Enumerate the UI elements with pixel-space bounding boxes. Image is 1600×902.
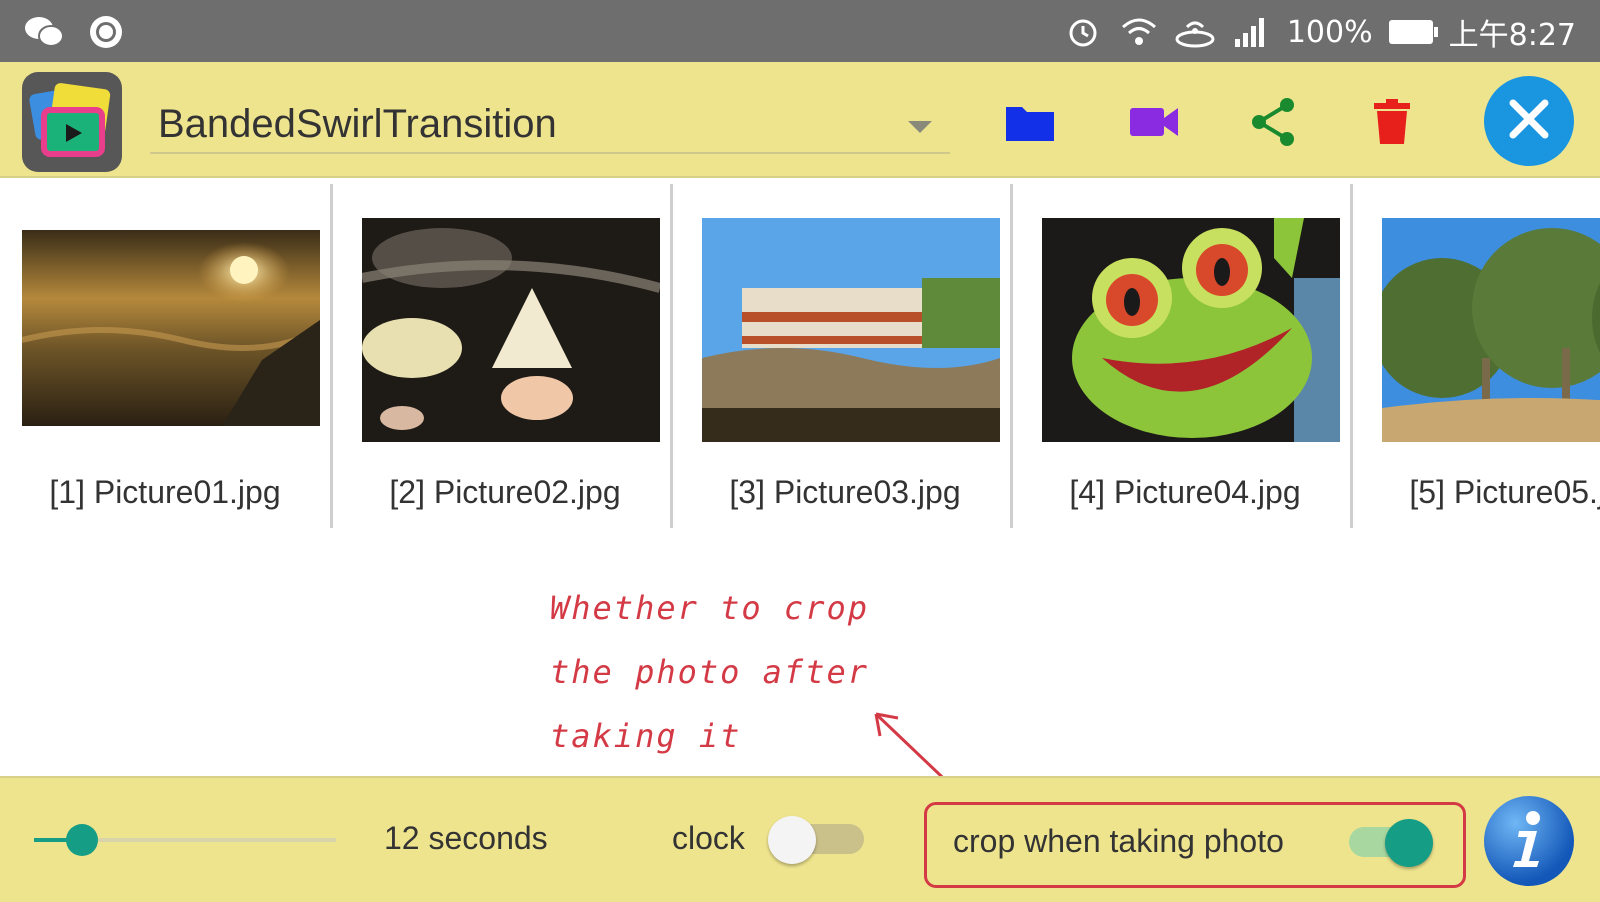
close-icon: [1507, 97, 1551, 145]
picture-card[interactable]: [4] Picture04.jpg: [1020, 184, 1353, 528]
close-button[interactable]: [1484, 76, 1574, 166]
video-button[interactable]: [1124, 94, 1184, 154]
annotation-line: taking it: [550, 717, 742, 755]
info-icon: [1509, 809, 1549, 873]
picture-thumbnail: [362, 218, 660, 442]
duration-label: 12 seconds: [384, 820, 548, 856]
share-icon: [1249, 96, 1299, 152]
transition-dropdown[interactable]: BandedSwirlTransition: [150, 78, 950, 154]
crop-annotation: Whether to crop the photo after taking i…: [550, 576, 910, 768]
picture-label: [5] Picture05.jpg: [1409, 474, 1600, 510]
picture-thumbnail: [1042, 218, 1340, 442]
transition-title: BandedSwirlTransition: [158, 102, 557, 146]
crop-toggle[interactable]: [1337, 819, 1433, 867]
picture-label: [4] Picture04.jpg: [1069, 474, 1301, 510]
signal-icon: [1231, 12, 1271, 52]
top-toolbar: BandedSwirlTransition: [0, 62, 1600, 178]
duration-slider[interactable]: [34, 824, 336, 856]
slideshow-app-icon[interactable]: [22, 72, 122, 172]
picture-label: [1] Picture01.jpg: [49, 474, 281, 510]
crop-label: crop when taking photo: [953, 823, 1284, 859]
delete-button[interactable]: [1362, 94, 1422, 154]
picture-label: [3] Picture03.jpg: [729, 474, 961, 510]
clock-time: 上午8:27: [1448, 18, 1576, 53]
hotspot-icon: [1175, 12, 1215, 52]
picture-label: [2] Picture02.jpg: [389, 474, 621, 510]
picture-card[interactable]: [1] Picture01.jpg: [0, 184, 333, 528]
picture-thumbnail: [702, 218, 1000, 442]
wifi-icon: [1119, 12, 1159, 52]
info-button[interactable]: [1484, 796, 1574, 886]
picture-card[interactable]: [3] Picture03.jpg: [680, 184, 1013, 528]
status-bar: 100% 上午8:27: [0, 0, 1600, 62]
bottom-settings-bar: 12 seconds clock crop when taking photo: [0, 776, 1600, 902]
crop-toggle-knob: [1385, 819, 1433, 867]
picture-gallery[interactable]: [1] Picture01.jpg [2] Picture02.jpg [3] …: [0, 184, 1600, 528]
chevron-down-icon: [908, 120, 932, 139]
annotation-line: Whether to crop: [550, 589, 869, 627]
share-button[interactable]: [1244, 94, 1304, 154]
clock-toggle-knob: [768, 816, 816, 864]
record-icon: [86, 12, 126, 52]
duration-slider-thumb[interactable]: [66, 824, 99, 856]
alarm-icon: [1063, 12, 1103, 52]
picture-card[interactable]: [5] Picture05.jpg: [1360, 184, 1600, 528]
crop-setting-highlight: crop when taking photo: [924, 802, 1466, 888]
picture-thumbnail: [1382, 218, 1600, 442]
clock-toggle[interactable]: [768, 816, 864, 864]
battery-icon: [1388, 20, 1438, 44]
wechat-icon: [24, 12, 64, 52]
delete-icon: [1372, 99, 1412, 149]
picture-thumbnail: [22, 230, 320, 426]
annotation-line: the photo after: [550, 653, 869, 691]
clock-label: clock: [672, 820, 745, 856]
picture-card[interactable]: [2] Picture02.jpg: [340, 184, 673, 528]
video-camera-icon: [1128, 104, 1180, 144]
folder-button[interactable]: [1000, 94, 1060, 154]
battery-percent: 100%: [1286, 14, 1373, 50]
folder-icon: [1004, 101, 1056, 147]
